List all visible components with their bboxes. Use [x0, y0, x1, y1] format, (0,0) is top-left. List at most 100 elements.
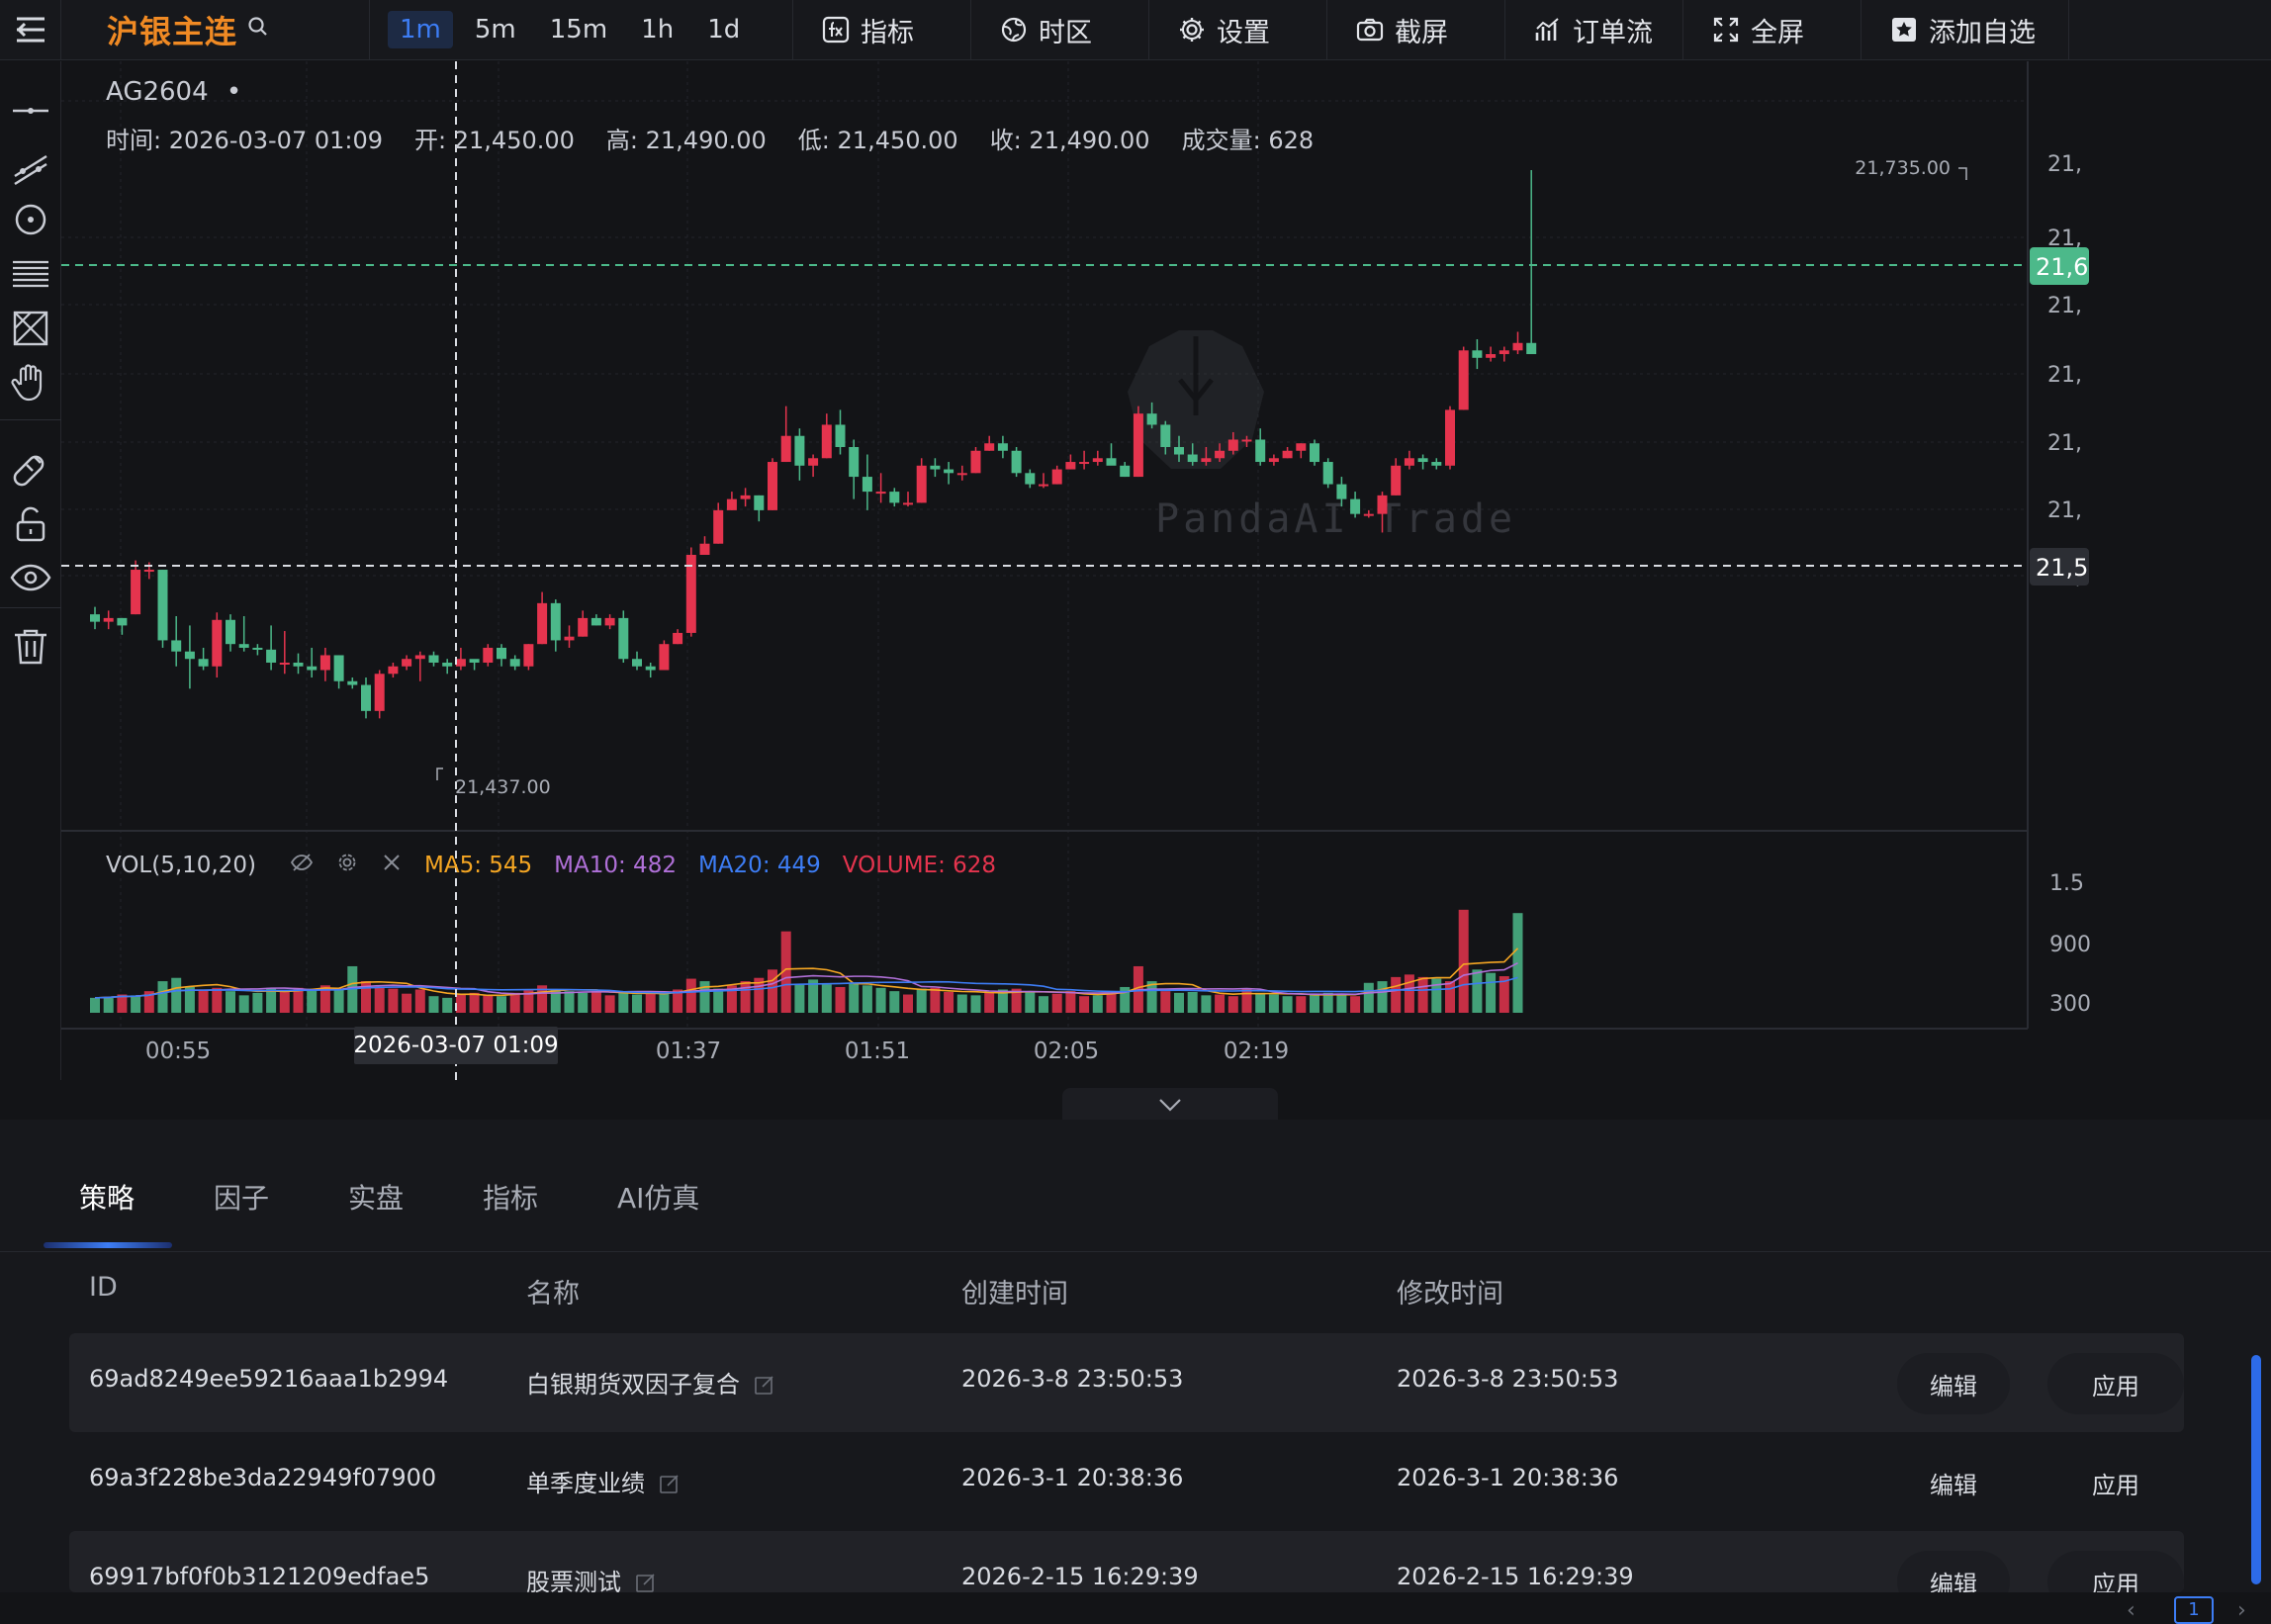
candle-body — [578, 617, 589, 637]
candle-body — [875, 492, 886, 495]
page-number[interactable]: 1 — [2174, 1596, 2214, 1624]
edit-button[interactable]: 编辑 — [1897, 1452, 2010, 1513]
timezone-button[interactable]: 时区 — [971, 0, 1149, 60]
volume-bar — [1391, 976, 1402, 1013]
volume-legend: VOL(5,10,20) MA5: 545 MA10: 482 MA20: 44… — [106, 851, 996, 880]
magnet-icon[interactable] — [0, 437, 61, 496]
indicator-button[interactable]: 指标 — [793, 0, 971, 60]
hide-eye-icon[interactable] — [290, 851, 314, 880]
volume-bar — [497, 996, 506, 1013]
volume-bar — [103, 997, 114, 1013]
edit-button[interactable]: 编辑 — [1897, 1353, 2010, 1414]
interval-15m[interactable]: 15m — [538, 11, 619, 48]
volume-bar — [849, 982, 860, 1013]
prev-page-icon[interactable]: ‹ — [2127, 1598, 2135, 1623]
volume-bar — [1472, 969, 1483, 1013]
edit-name-icon[interactable] — [754, 1374, 775, 1396]
volume-bar — [1039, 996, 1048, 1013]
lock-icon[interactable] — [0, 495, 61, 554]
crosshair-price-tag: 21,5 — [2030, 548, 2089, 586]
tab-ai-sim[interactable]: AI仿真 — [617, 1177, 699, 1217]
tab-factor[interactable]: 因子 — [214, 1177, 269, 1217]
volume-bar — [1106, 992, 1117, 1013]
candle-body — [1268, 458, 1279, 463]
apply-button[interactable]: 应用 — [2047, 1551, 2184, 1592]
drawing-toolbar — [0, 61, 61, 1080]
hand-icon[interactable] — [0, 353, 61, 412]
screenshot-button[interactable]: 截屏 — [1327, 0, 1505, 60]
current-price-tag: 21,6 — [2030, 247, 2089, 285]
candle-body — [1322, 462, 1333, 485]
candle-body — [1120, 465, 1131, 478]
symbol-selector[interactable]: 沪银主连 — [61, 0, 370, 60]
fullscreen-button[interactable]: 全屏 — [1683, 0, 1862, 60]
volume-bar — [1268, 994, 1279, 1013]
table-row[interactable]: 69a3f228be3da22949f07900 单季度业绩 2026-3-1 … — [69, 1432, 2184, 1531]
add-watchlist-button[interactable]: 添加自选 — [1862, 0, 2069, 60]
candle-body — [319, 655, 330, 671]
search-icon[interactable] — [247, 16, 269, 44]
candle-body — [849, 447, 860, 478]
volume-bar — [1187, 992, 1198, 1013]
chart-canvas[interactable]: PandaAI Trade 21,21,21,21,21,21,21, 21,6… — [61, 61, 2271, 1080]
table-scrollbar[interactable] — [2251, 1355, 2261, 1584]
trash-icon[interactable] — [0, 617, 61, 677]
candle-body — [293, 662, 304, 667]
edit-button[interactable]: 编辑 — [1897, 1551, 2010, 1592]
volume-bar — [1160, 991, 1171, 1013]
horizontal-line-icon[interactable] — [0, 81, 61, 140]
apply-button[interactable]: 应用 — [2047, 1452, 2184, 1513]
chevron-down-icon — [1159, 1099, 1181, 1112]
tab-indicator[interactable]: 指标 — [483, 1177, 538, 1217]
circle-tool-icon[interactable] — [0, 190, 61, 249]
candle-body — [307, 666, 318, 671]
candle-body — [1092, 458, 1103, 463]
apply-button[interactable]: 应用 — [2047, 1353, 2184, 1414]
menu-icon[interactable] — [0, 0, 61, 60]
interval-5m[interactable]: 5m — [463, 11, 528, 48]
tab-strategy[interactable]: 策略 — [79, 1177, 135, 1217]
volume-bar — [632, 994, 642, 1013]
orderflow-button[interactable]: 订单流 — [1505, 0, 1683, 60]
row-created: 2026-3-8 23:50:53 — [961, 1365, 1184, 1393]
volume-bar — [509, 992, 520, 1013]
next-page-icon[interactable]: › — [2237, 1598, 2246, 1623]
volume-bar — [307, 988, 318, 1013]
column-created: 创建时间 — [961, 1279, 1068, 1309]
screenshot-label: 截屏 — [1395, 17, 1448, 48]
candle-body — [1296, 443, 1307, 451]
candle-body — [1255, 439, 1266, 463]
candle-body — [1079, 462, 1090, 465]
fullscreen-label: 全屏 — [1751, 17, 1804, 48]
edit-name-icon[interactable] — [635, 1572, 657, 1592]
interval-1m[interactable]: 1m — [388, 11, 453, 48]
candle-body — [212, 619, 223, 667]
row-name: 白银期货双因子复合 — [526, 1365, 775, 1399]
table-row[interactable]: 69917bf0f0b3121209edfae5 股票测试 2026-2-15 … — [69, 1531, 2184, 1592]
volume-bar — [1255, 992, 1266, 1013]
settings-button[interactable]: 设置 — [1149, 0, 1327, 60]
candle-body — [455, 659, 466, 667]
collapse-panel-button[interactable] — [1062, 1088, 1278, 1122]
candle-body — [388, 666, 399, 675]
tab-live[interactable]: 实盘 — [348, 1177, 404, 1217]
fibonacci-icon[interactable] — [0, 244, 61, 304]
interval-1h[interactable]: 1h — [629, 11, 685, 48]
candle-body — [916, 465, 927, 503]
pattern-tool-icon[interactable] — [0, 299, 61, 358]
trend-line-icon[interactable] — [0, 136, 61, 196]
close-indicator-icon[interactable] — [381, 852, 403, 879]
edit-name-icon[interactable] — [659, 1473, 681, 1494]
indicator-gear-icon[interactable] — [335, 851, 359, 880]
candle-body — [1391, 465, 1402, 496]
table-row[interactable]: 69ad8249ee59216aaa1b2994 白银期货双因子复合 2026-… — [69, 1333, 2184, 1432]
candle-body — [821, 424, 832, 459]
kline-chart[interactable]: PandaAI Trade 21,21,21,21,21,21,21, 21,6… — [61, 61, 2271, 1080]
eye-icon[interactable] — [0, 548, 61, 607]
volume-bar — [984, 992, 995, 1013]
price-axis-label: 21, — [2047, 152, 2082, 177]
volume-bar — [442, 997, 453, 1013]
interval-1d[interactable]: 1d — [695, 11, 752, 48]
candle-body — [1051, 469, 1062, 485]
row-id: 69917bf0f0b3121209edfae5 — [89, 1563, 430, 1590]
